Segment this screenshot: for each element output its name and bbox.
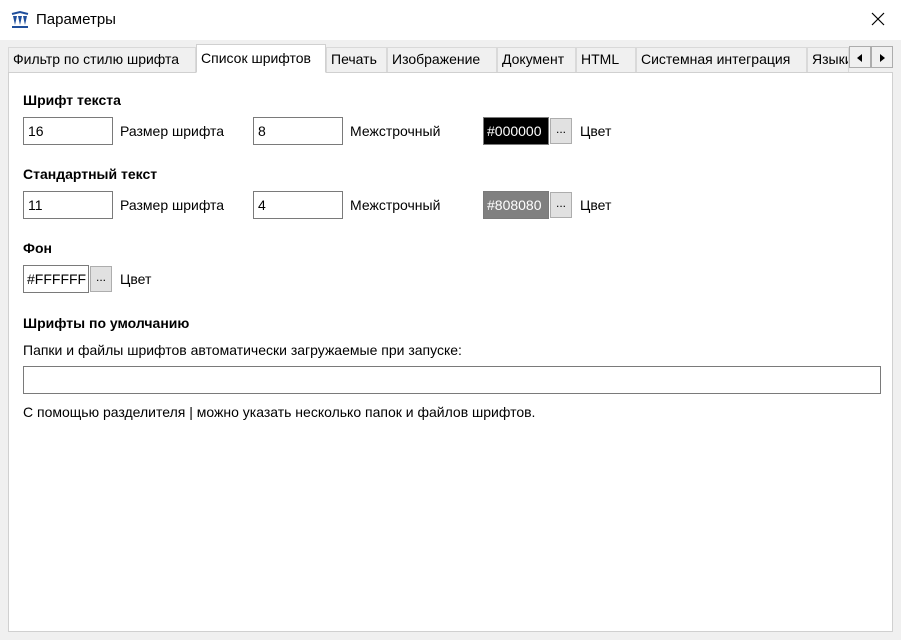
standard-text-color-field[interactable]: #808080 <box>483 191 549 219</box>
window-title: Параметры <box>36 11 116 28</box>
standard-text-spacing-input[interactable]: 4 <box>253 191 343 219</box>
text-font-size-label: Размер шрифта <box>120 123 225 139</box>
close-icon <box>871 12 885 29</box>
tab-strip: Фильтр по стилю шрифта Список шрифтов Пе… <box>8 44 893 73</box>
text-font-color-picker-button[interactable]: ... <box>550 118 572 144</box>
text-font-spacing-input[interactable]: 8 <box>253 117 343 145</box>
tab-system-integration[interactable]: Системная интеграция <box>636 47 807 72</box>
title-bar: Параметры <box>0 0 901 40</box>
tab-scroll-left-button[interactable] <box>849 46 871 68</box>
text-font-heading: Шрифт текста <box>23 92 121 108</box>
standard-text-size-label: Размер шрифта <box>120 197 225 213</box>
close-button[interactable] <box>855 0 901 40</box>
standard-text-color-label: Цвет <box>580 197 612 213</box>
standard-text-heading: Стандартный текст <box>23 166 158 182</box>
default-fonts-description: Папки и файлы шрифтов автоматически загр… <box>23 342 462 358</box>
arrow-right-icon <box>879 49 885 65</box>
tab-html[interactable]: HTML <box>576 47 636 72</box>
tab-scroll-right-button[interactable] <box>871 46 893 68</box>
font-list-panel: Шрифт текста 16 Размер шрифта 8 Межстроч… <box>8 72 893 632</box>
text-font-spacing-label: Межстрочный <box>350 123 441 139</box>
tab-languages[interactable]: Языки <box>807 47 849 72</box>
default-fonts-heading: Шрифты по умолчанию <box>23 315 190 331</box>
background-color-field[interactable]: #FFFFFF <box>23 265 89 293</box>
standard-text-color-picker-button[interactable]: ... <box>550 192 572 218</box>
tab-font-style-filter[interactable]: Фильтр по стилю шрифта <box>8 47 196 72</box>
default-fonts-paths-input[interactable] <box>23 366 881 394</box>
tab-font-list[interactable]: Список шрифтов <box>196 44 326 73</box>
app-logo-icon <box>10 10 30 30</box>
background-heading: Фон <box>23 240 52 256</box>
text-font-color-field[interactable]: #000000 <box>483 117 549 145</box>
tab-document[interactable]: Документ <box>497 47 576 72</box>
tab-image[interactable]: Изображение <box>387 47 497 72</box>
background-color-label: Цвет <box>120 271 152 287</box>
text-font-size-input[interactable]: 16 <box>23 117 113 145</box>
default-fonts-hint: С помощью разделителя | можно указать не… <box>23 404 536 420</box>
text-font-color-label: Цвет <box>580 123 612 139</box>
tab-print[interactable]: Печать <box>326 47 387 72</box>
background-color-picker-button[interactable]: ... <box>90 266 112 292</box>
standard-text-size-input[interactable]: 11 <box>23 191 113 219</box>
standard-text-spacing-label: Межстрочный <box>350 197 441 213</box>
arrow-left-icon <box>857 49 863 65</box>
